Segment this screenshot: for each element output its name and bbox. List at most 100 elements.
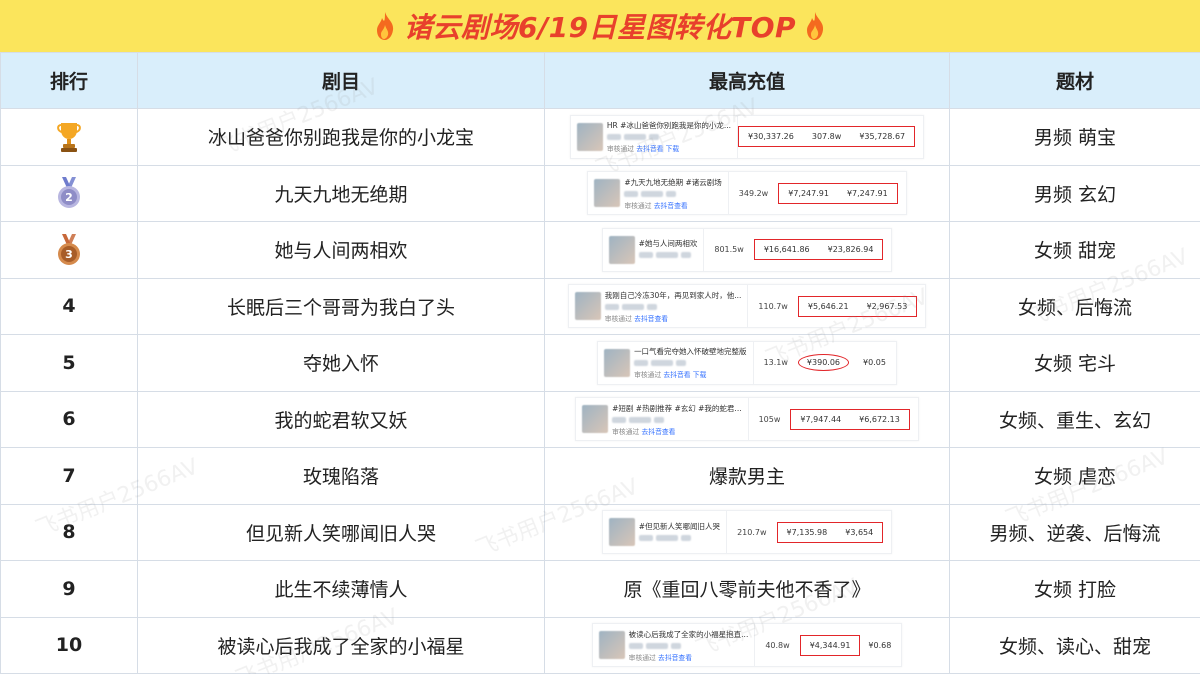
max-topup-cell: HR #冰山爸爸你别跑我是你的小龙... 审核通过 去抖音看 下载 ¥30,337.… <box>544 108 950 166</box>
video-tags: #但见新人笑哪闻旧人哭 <box>638 521 721 531</box>
douyin-link[interactable]: 去抖音查看 <box>654 202 688 210</box>
header-max-topup: 最高充值 <box>544 52 950 109</box>
drama-title: 被读心后我成了全家的小福星 <box>137 616 545 674</box>
douyin-link[interactable]: 去抖音查看 <box>658 654 692 662</box>
douyin-link[interactable]: 去抖音查看 <box>642 428 676 436</box>
rank-number: 6 <box>62 408 76 431</box>
drama-title: 此生不续薄情人 <box>137 560 545 618</box>
header-title: 剧目 <box>137 52 545 109</box>
page-title: 诸云剧场6/19日星图转化TOP <box>403 11 797 44</box>
rank-cell: 5 <box>0 334 138 392</box>
video-meta: 审核通过 去抖音看 下载 <box>607 143 731 153</box>
video-thumbnail <box>598 631 625 660</box>
highlighted-topup: ¥390.06 <box>797 354 850 372</box>
topup-value: ¥4,344.91 <box>809 640 851 650</box>
video-info: #但见新人笑哪闻旧人哭 <box>603 511 728 554</box>
video-meta: 审核通过 去抖音查看 <box>624 200 721 210</box>
video-tags: 被读心后我成了全家的小福星抱直... <box>628 629 749 639</box>
topup-value: ¥23,826.94 <box>827 245 874 255</box>
video-tags: #短剧 #热剧推荐 #玄幻 #我的蛇君... <box>612 403 742 413</box>
topup-screenshot: #她与人间两相欢 801.5w ¥16,641.86 ¥23,826.94 <box>601 227 893 272</box>
video-thumbnail <box>582 405 609 434</box>
genre-cell: 女频、后悔流 <box>949 277 1200 335</box>
fire-icon <box>376 12 394 40</box>
topup-screenshot: 我刚自己冷冻30年，再见到家人时，他... 审核通过 去抖音查看 110.7w ¥5… <box>567 284 927 329</box>
bronze-medal-icon: 3 <box>58 233 80 265</box>
drama-title: 但见新人笑哪闻旧人哭 <box>137 503 545 561</box>
blurred-account <box>612 416 741 423</box>
highlighted-topup-box: ¥30,337.26 307.8w ¥35,728.67 <box>738 126 916 148</box>
download-link[interactable]: 下载 <box>666 145 680 153</box>
topup-value: ¥2,967.53 <box>866 301 908 311</box>
play-count: 801.5w <box>714 245 744 255</box>
table-row: 3 她与人间两相欢 #她与人间两相欢 801.5w ¥16,641.86 ¥23,826… <box>0 221 1200 279</box>
max-topup-cell: #但见新人笑哪闻旧人哭 210.7w ¥7,135.98 ¥3,654 <box>544 503 950 561</box>
download-link[interactable]: 下载 <box>693 371 707 379</box>
douyin-link[interactable]: 去抖音看 <box>663 371 690 379</box>
highlighted-topup-box: ¥16,641.86 ¥23,826.94 <box>753 239 884 261</box>
max-topup-text: 原《重回八零前夫他不香了》 <box>623 579 871 602</box>
video-info: #短剧 #热剧推荐 #玄幻 #我的蛇君... 审核通过 去抖音查看 <box>576 398 749 441</box>
genre-cell: 女频、重生、玄幻 <box>949 390 1200 448</box>
topup-value: ¥0.05 <box>863 358 886 368</box>
title-banner: 诸云剧场6/19日星图转化TOP <box>0 0 1200 52</box>
highlighted-topup-box: ¥7,947.44 ¥6,672.13 <box>790 408 910 430</box>
douyin-link[interactable]: 去抖音看 <box>636 145 663 153</box>
topup-screenshot: HR #冰山爸爸你别跑我是你的小龙... 审核通过 去抖音看 下载 ¥30,337.… <box>569 114 925 159</box>
review-status: 审核通过 <box>624 201 652 210</box>
max-topup-text: 爆款男主 <box>708 466 785 489</box>
genre-cell: 男频 玄幻 <box>949 164 1200 222</box>
fire-icon <box>807 12 824 40</box>
rank-cell: 10 <box>0 616 138 674</box>
play-count: 349.2w <box>738 188 769 198</box>
topup-value: ¥7,247.91 <box>846 188 888 198</box>
video-info: 被读心后我成了全家的小福星抱直... 审核通过 去抖音查看 <box>593 624 756 667</box>
topup-value: ¥6,672.13 <box>859 414 900 424</box>
topup-value: ¥16,641.86 <box>763 245 810 255</box>
blurred-account <box>606 134 731 141</box>
drama-title: 九天九地无绝期 <box>137 164 545 222</box>
drama-title: 冰山爸爸你别跑我是你的小龙宝 <box>137 108 545 166</box>
video-info: #九天九地无绝期 #诸云剧场 审核通过 去抖音查看 <box>588 172 729 215</box>
rank-number: 9 <box>62 577 76 600</box>
douyin-link[interactable]: 去抖音查看 <box>634 315 668 323</box>
highlighted-topup-box: ¥7,135.98 ¥3,654 <box>776 521 884 543</box>
table-row: 2 九天九地无绝期 #九天九地无绝期 #诸云剧场 审核通过 去抖音查看 349.2w ¥… <box>0 164 1200 222</box>
trophy-icon <box>57 122 81 152</box>
video-info: #她与人间两相欢 <box>603 228 705 271</box>
table-header-row: 排行 剧目 最高充值 题材 <box>0 52 1200 109</box>
play-count: 105w <box>758 414 781 424</box>
drama-title: 我的蛇君软又妖 <box>137 390 545 448</box>
genre-cell: 女频 甜宠 <box>949 221 1200 279</box>
video-thumbnail <box>608 518 635 547</box>
header-rank: 排行 <box>0 52 138 109</box>
highlighted-topup-box: ¥4,344.91 <box>799 634 861 656</box>
max-topup-cell: 爆款男主 <box>544 447 950 505</box>
play-count: 40.8w <box>765 640 790 650</box>
topup-screenshot: #但见新人笑哪闻旧人哭 210.7w ¥7,135.98 ¥3,654 <box>601 510 893 555</box>
play-count: 13.1w <box>763 358 788 368</box>
topup-screenshot: 一口气看完夺她入怀破壁地完整版 审核通过 去抖音看 下载 13.1w ¥390.06 ¥… <box>597 340 897 385</box>
genre-cell: 女频 打脸 <box>949 560 1200 618</box>
rank-cell <box>0 108 138 166</box>
topup-screenshot: #九天九地无绝期 #诸云剧场 审核通过 去抖音查看 349.2w ¥7,247.91… <box>587 171 907 216</box>
max-topup-cell: 原《重回八零前夫他不香了》 <box>544 560 950 618</box>
table-row: 4 长眠后三个哥哥为我白了头 我刚自己冷冻30年，再见到家人时，他... 审核通过 去… <box>0 277 1200 335</box>
video-meta: 审核通过 去抖音查看 <box>612 426 741 436</box>
video-info: 我刚自己冷冻30年，再见到家人时，他... 审核通过 去抖音查看 <box>569 285 749 328</box>
topup-value: ¥35,728.67 <box>859 132 906 142</box>
rank-number: 8 <box>62 521 76 544</box>
rank-number: 5 <box>62 351 76 374</box>
table-row: 5 夺她入怀 一口气看完夺她入怀破壁地完整版 审核通过 去抖音看 下载 13.1w ¥39… <box>0 334 1200 392</box>
table-row: 8 但见新人笑哪闻旧人哭 #但见新人笑哪闻旧人哭 210.7w ¥7,135.98 ¥3… <box>0 503 1200 561</box>
table-row: 6 我的蛇君软又妖 #短剧 #热剧推荐 #玄幻 #我的蛇君... 审核通过 去抖音查看… <box>0 390 1200 448</box>
rank-number: 10 <box>55 634 83 657</box>
max-topup-cell: #短剧 #热剧推荐 #玄幻 #我的蛇君... 审核通过 去抖音查看 105w ¥7,… <box>544 390 950 448</box>
rank-number: 4 <box>62 295 76 318</box>
video-thumbnail <box>608 235 635 264</box>
genre-cell: 男频 萌宝 <box>949 108 1200 166</box>
video-thumbnail <box>574 292 601 321</box>
blurred-account <box>628 642 749 649</box>
topup-value: ¥7,135.98 <box>786 527 828 537</box>
max-topup-cell: #九天九地无绝期 #诸云剧场 审核通过 去抖音查看 349.2w ¥7,247.91… <box>544 164 950 222</box>
